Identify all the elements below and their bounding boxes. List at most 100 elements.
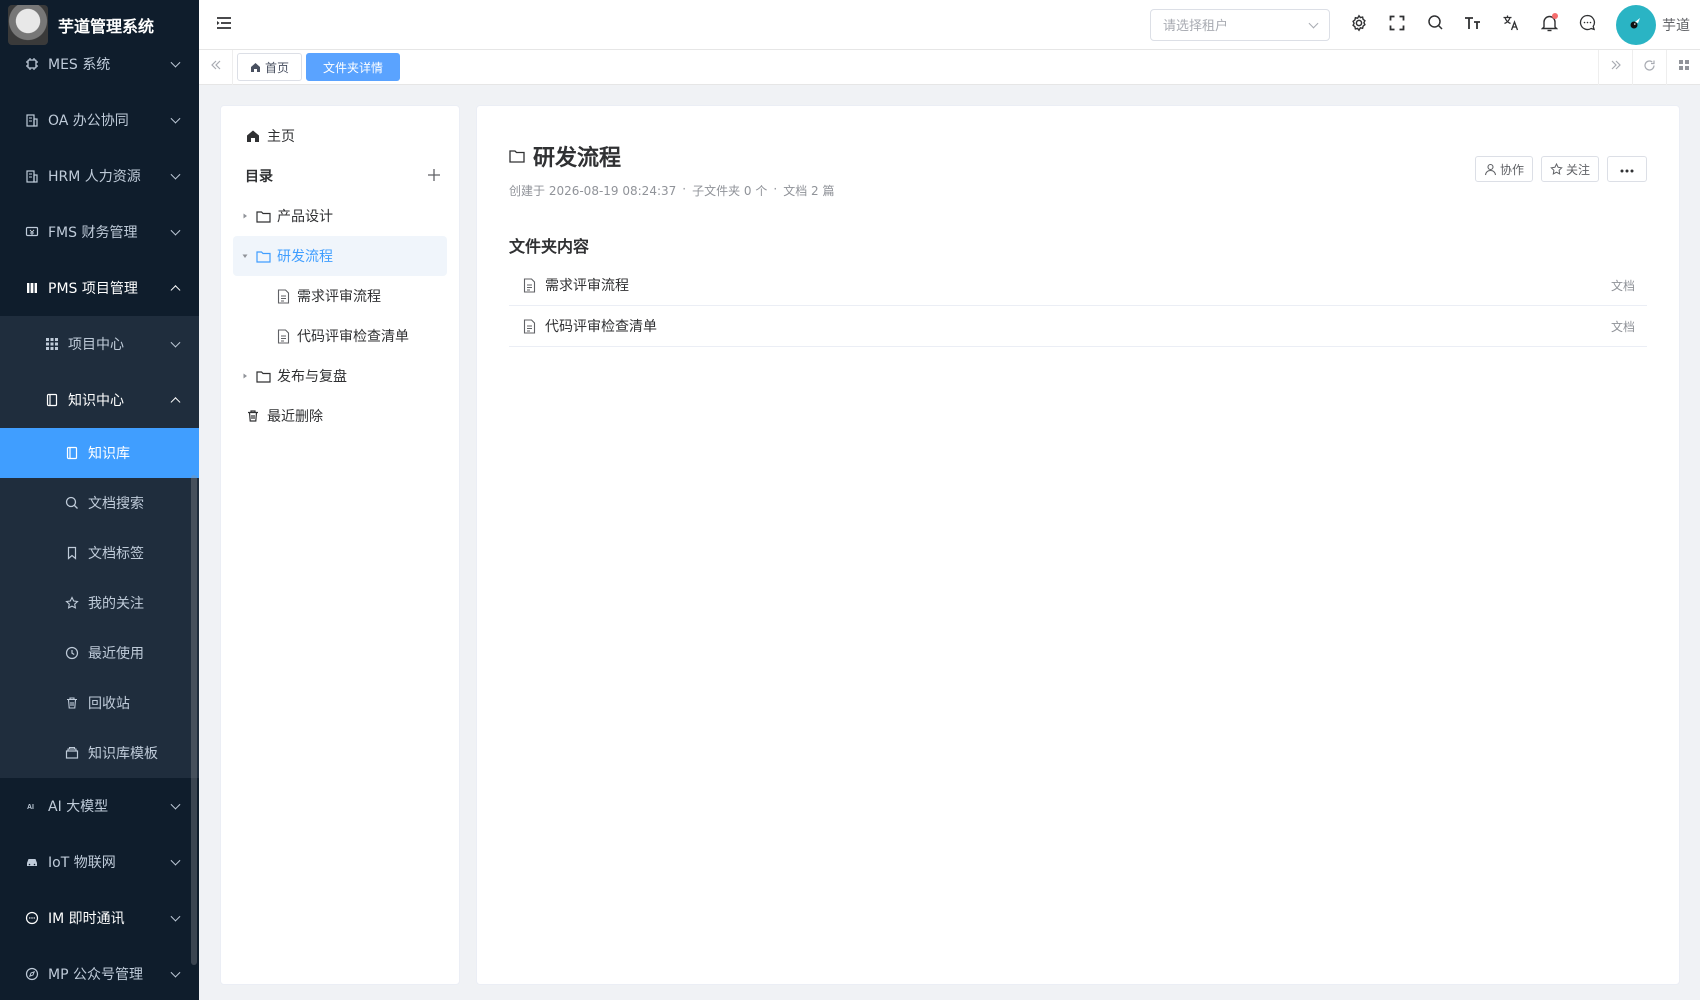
finance-icon xyxy=(24,224,40,240)
folder-item-row[interactable]: 需求评审流程 文档 xyxy=(509,265,1647,306)
leaf-recent[interactable]: 最近使用 xyxy=(0,628,199,678)
caret-right-icon[interactable] xyxy=(235,372,255,380)
chevron-down-icon xyxy=(170,911,181,922)
tags-scroll-left[interactable] xyxy=(199,49,233,85)
search-icon xyxy=(1427,14,1444,35)
settings-button[interactable] xyxy=(1340,0,1378,50)
fullscreen-icon xyxy=(1389,15,1405,35)
star-icon xyxy=(64,595,80,611)
tree-folder-release[interactable]: 发布与复盘 xyxy=(233,356,447,396)
tree-folder-label: 产品设计 xyxy=(277,209,333,225)
tree-home-label: 主页 xyxy=(267,129,295,145)
folder-item-row[interactable]: 代码评审检查清单 文档 xyxy=(509,306,1647,347)
document-icon xyxy=(521,318,537,334)
tree-folder-product[interactable]: 产品设计 xyxy=(233,196,447,236)
folder-item-type: 文档 xyxy=(1610,319,1635,334)
folder-meta: 创建于 2026-08-19 08:24:37 · 子文件夹 0 个 · 文档 … xyxy=(509,182,1647,199)
menu-mes[interactable]: MES 系统 xyxy=(0,36,199,92)
refresh-button[interactable] xyxy=(1632,49,1666,85)
collaborate-button[interactable]: 协作 xyxy=(1474,156,1533,182)
search-icon xyxy=(64,495,80,511)
more-dots-icon xyxy=(1620,162,1634,176)
tag-home[interactable]: 首页 xyxy=(237,53,303,81)
tag-folder-detail[interactable]: 文件夹详情 xyxy=(306,53,401,81)
menu-iot[interactable]: IoT 物联网 xyxy=(0,834,199,890)
document-icon xyxy=(275,328,291,344)
sidebar: 芋道管理系统 MES 系统 OA 办公协同 HRM 人力资源 FMS 财务管理 … xyxy=(0,0,199,1000)
font-size-button[interactable] xyxy=(1454,0,1492,50)
leaf-label: 文档标签 xyxy=(88,546,144,562)
tree-folder-dev[interactable]: 研发流程 xyxy=(233,236,447,276)
tree-catalog-header: 目录 xyxy=(233,156,447,196)
caret-down-icon[interactable] xyxy=(235,252,255,260)
menu-mp[interactable]: MP 公众号管理 xyxy=(0,946,199,1000)
menu-hrm[interactable]: HRM 人力资源 xyxy=(0,148,199,204)
leaf-doc-search[interactable]: 文档搜索 xyxy=(0,478,199,528)
pms-submenu: 项目中心 知识中心 知识库 文档搜索 文档标签 我的关注 最近使用 回收站 知识… xyxy=(0,316,199,778)
submenu-knowledge-center[interactable]: 知识中心 xyxy=(0,372,199,428)
menu-ai[interactable]: AI AI 大模型 xyxy=(0,778,199,834)
tags-scroll-right[interactable] xyxy=(1598,49,1632,85)
hamburger-button[interactable] xyxy=(199,0,249,50)
folder-doc-count: 文档 2 篇 xyxy=(783,184,835,198)
username[interactable]: 芋道 xyxy=(1662,15,1690,35)
tree-folder-label: 研发流程 xyxy=(277,249,333,265)
chevron-down-icon xyxy=(170,169,181,180)
menu-label: IoT 物联网 xyxy=(48,855,116,871)
chevron-down-icon xyxy=(170,967,181,978)
avatar[interactable] xyxy=(1616,4,1656,45)
leaf-doc-tags[interactable]: 文档标签 xyxy=(0,528,199,578)
more-button[interactable] xyxy=(1607,156,1647,182)
tree-doc-requirement-review[interactable]: 需求评审流程 xyxy=(233,276,447,316)
trash-icon xyxy=(64,695,80,711)
fullscreen-button[interactable] xyxy=(1378,0,1416,50)
tree-doc-label: 需求评审流程 xyxy=(297,289,381,305)
menu-oa[interactable]: OA 办公协同 xyxy=(0,92,199,148)
menu-fms[interactable]: FMS 财务管理 xyxy=(0,204,199,260)
trash-icon xyxy=(245,408,261,424)
leaf-label: 最近使用 xyxy=(88,646,144,662)
add-folder-button[interactable] xyxy=(427,168,441,182)
tenant-placeholder: 请选择租户 xyxy=(1163,19,1229,34)
caret-right-icon[interactable] xyxy=(235,212,255,220)
folder-item-type: 文档 xyxy=(1610,278,1635,293)
tags-menu-button[interactable] xyxy=(1666,49,1700,85)
menu-im[interactable]: IM 即时通讯 xyxy=(0,890,199,946)
submenu-project-center[interactable]: 项目中心 xyxy=(0,316,199,372)
leaf-knowledge-base[interactable]: 知识库 xyxy=(0,428,199,478)
notification-button[interactable] xyxy=(1530,0,1568,50)
folder-content-title: 文件夹内容 xyxy=(509,237,590,256)
double-chevron-left-icon xyxy=(210,59,222,75)
language-button[interactable] xyxy=(1492,0,1530,50)
app-title: 芋道管理系统 xyxy=(58,17,155,36)
leaf-template[interactable]: 知识库模板 xyxy=(0,728,199,778)
iot-icon xyxy=(24,854,40,870)
gear-icon xyxy=(1350,14,1368,36)
leaf-my-follow[interactable]: 我的关注 xyxy=(0,578,199,628)
follow-button[interactable]: 关注 xyxy=(1540,156,1599,182)
building-icon xyxy=(24,168,40,184)
menu-pms[interactable]: PMS 项目管理 xyxy=(0,260,199,316)
tag-label: 文件夹详情 xyxy=(323,60,384,75)
chat-icon xyxy=(1579,14,1596,35)
tree-home[interactable]: 主页 xyxy=(233,116,447,156)
book-icon xyxy=(64,445,80,461)
folder-created: 创建于 2026-08-19 08:24:37 xyxy=(509,184,677,198)
leaf-label: 文档搜索 xyxy=(88,496,144,512)
book-icon xyxy=(44,392,60,408)
tree-doc-code-review[interactable]: 代码评审检查清单 xyxy=(233,316,447,356)
chevron-down-icon xyxy=(170,855,181,866)
meta-separator: · xyxy=(773,182,778,196)
building-icon xyxy=(24,112,40,128)
sidebar-scrollbar[interactable] xyxy=(191,475,197,965)
translate-icon xyxy=(1502,14,1520,36)
home-icon xyxy=(245,128,261,144)
leaf-recycle-bin[interactable]: 回收站 xyxy=(0,678,199,728)
tree-recent-deleted[interactable]: 最近删除 xyxy=(233,396,447,436)
font-size-icon xyxy=(1464,15,1482,35)
chevron-down-icon xyxy=(170,799,181,810)
leaf-label: 回收站 xyxy=(88,696,130,712)
search-button[interactable] xyxy=(1416,0,1454,50)
message-button[interactable] xyxy=(1568,0,1606,50)
tenant-select[interactable]: 请选择租户 xyxy=(1150,8,1330,41)
